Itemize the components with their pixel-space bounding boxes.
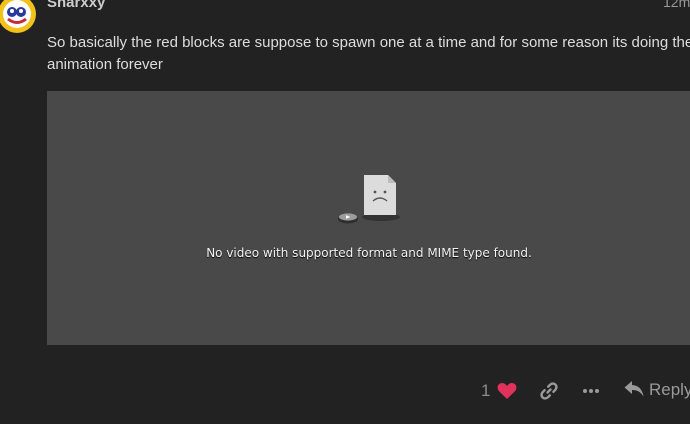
link-icon[interactable] bbox=[539, 381, 559, 401]
reply-arrow-icon bbox=[624, 381, 644, 397]
post-timestamp[interactable]: 12m bbox=[663, 0, 690, 10]
post-view: Sharxxy 12m So basically the red blocks … bbox=[0, 0, 690, 424]
post-actions: 1 Reply bbox=[0, 372, 690, 408]
post-body-text: So basically the red blocks are suppose … bbox=[47, 34, 690, 73]
video-error-message: No video with supported format and MIME … bbox=[206, 246, 532, 260]
like-count[interactable]: 1 bbox=[481, 381, 490, 401]
reply-label: Reply bbox=[649, 380, 690, 399]
video-player[interactable]: No video with supported format and MIME … bbox=[47, 91, 690, 345]
post-author-username[interactable]: Sharxxy bbox=[47, 0, 105, 11]
heart-icon[interactable] bbox=[497, 382, 517, 400]
broken-video-icon bbox=[338, 175, 400, 224]
ellipsis-icon[interactable] bbox=[581, 381, 601, 401]
avatar[interactable] bbox=[0, 0, 39, 36]
